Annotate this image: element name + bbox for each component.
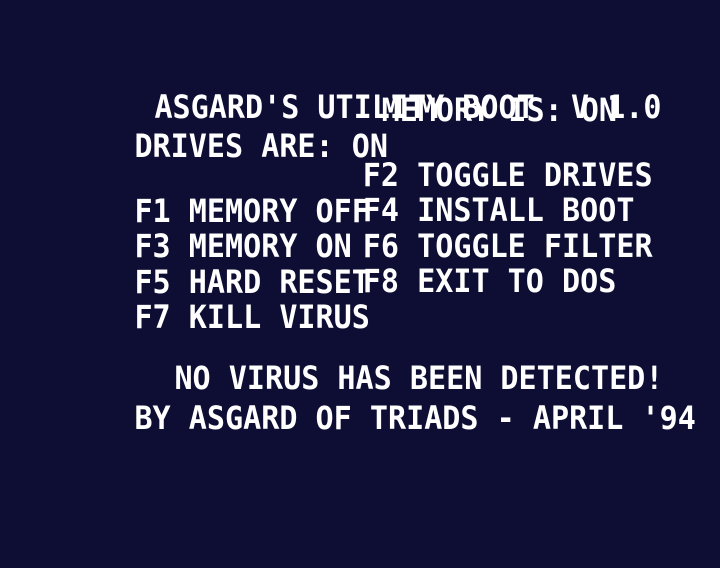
menu-row-4: F7 KILL VIRUS F8 EXIT TO DOS [62, 263, 720, 335]
menu-item-toggle-filter[interactable]: F6 TOGGLE FILTER [363, 228, 653, 264]
menu-item-exit-to-dos[interactable]: F8 EXIT TO DOS [363, 263, 617, 299]
menu-item-install-boot[interactable]: F4 INSTALL BOOT [363, 192, 635, 228]
credits-line: BY ASGARD OF TRIADS - APRIL '94 [62, 364, 720, 436]
menu-row-3: F5 HARD RESET F6 TOGGLE FILTER [62, 228, 720, 300]
boot-screen: ASGARD'S UTILITY BOOT V 1.0 DRIVES ARE: … [0, 0, 720, 568]
status-line: DRIVES ARE: ON MEMORY IS: ON [62, 91, 720, 164]
menu-label: EXIT TO DOS [417, 262, 617, 300]
menu-item-toggle-drives[interactable]: F2 TOGGLE DRIVES [363, 157, 653, 193]
credits-text: BY ASGARD OF TRIADS - APRIL '94 [134, 399, 696, 437]
virus-status-line: NO VIRUS HAS BEEN DETECTED! [102, 324, 720, 396]
menu-key: F4 [362, 191, 400, 229]
menu-label: TOGGLE FILTER [417, 227, 653, 265]
menu-label: INSTALL BOOT [417, 191, 635, 229]
menu-row-2: F3 MEMORY ON F4 INSTALL BOOT [62, 192, 720, 264]
menu-row-1: F1 MEMORY OFF F2 TOGGLE DRIVES [62, 157, 720, 229]
menu-key: F6 [362, 227, 400, 265]
memory-status: MEMORY IS: ON [381, 91, 618, 129]
menu-key: F2 [362, 156, 400, 194]
title-line: ASGARD'S UTILITY BOOT V 1.0 [82, 53, 720, 125]
menu-label: TOGGLE DRIVES [417, 156, 653, 194]
menu-key: F8 [362, 262, 400, 300]
